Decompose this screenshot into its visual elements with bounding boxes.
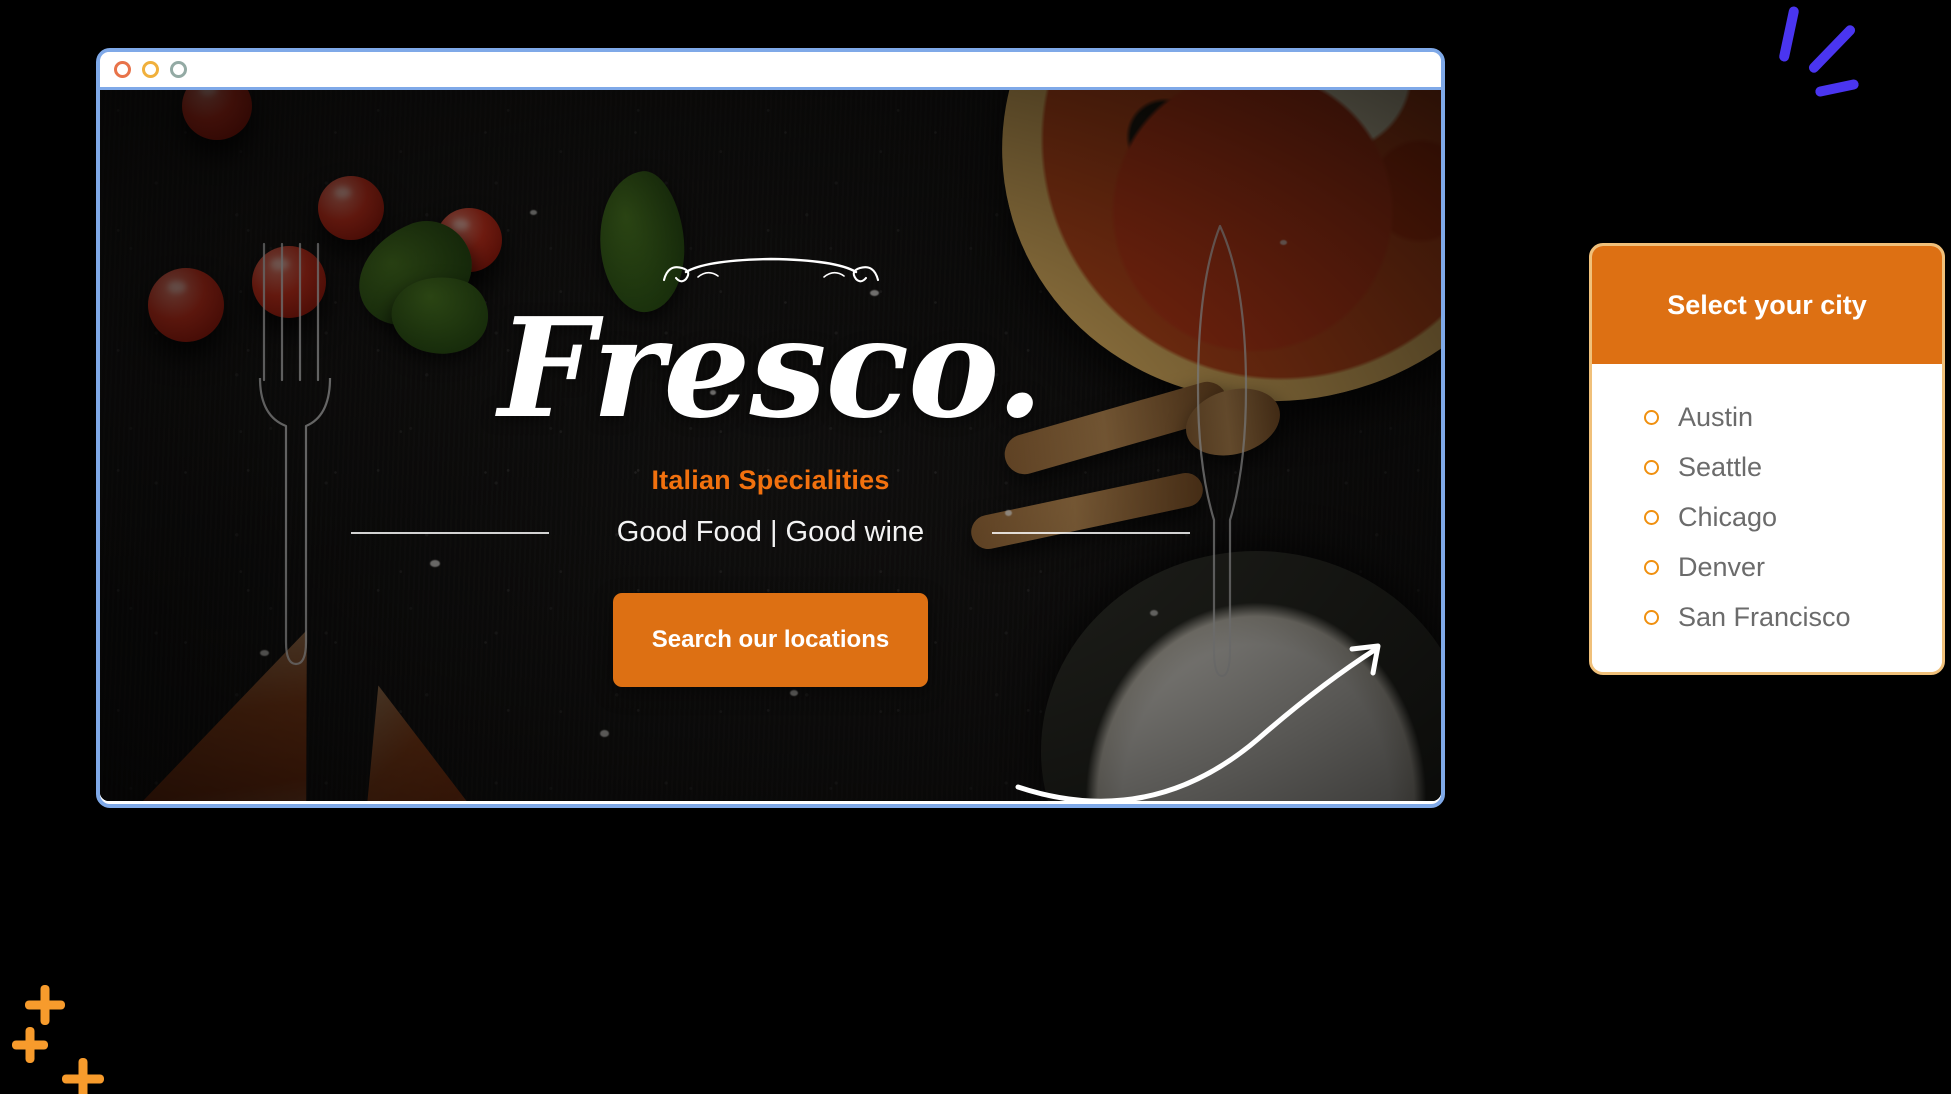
city-option-chicago[interactable]: Chicago (1592, 492, 1942, 542)
hero-section: Fresco. Italian Specialities Good Food |… (100, 90, 1441, 801)
radio-icon[interactable] (1644, 459, 1659, 475)
hero-content: Fresco. Italian Specialities Good Food |… (100, 90, 1441, 801)
browser-title-bar (100, 52, 1441, 90)
browser-window: Fresco. Italian Specialities Good Food |… (96, 48, 1445, 808)
city-option-list: Austin Seattle Chicago Denver San Franci… (1592, 364, 1942, 672)
radio-icon[interactable] (1644, 509, 1659, 525)
radio-icon[interactable] (1644, 559, 1659, 575)
brand-subtitle: Italian Specialities (651, 465, 890, 495)
tagline-rule-left (350, 531, 549, 534)
deco-dash-2 (1806, 23, 1858, 75)
city-option-label: Austin (1678, 401, 1754, 432)
tagline-text: Good Food | Good wine (616, 516, 925, 548)
close-dot[interactable] (114, 61, 131, 78)
city-option-label: San Francisco (1678, 601, 1851, 632)
search-locations-button[interactable]: Search our locations (613, 593, 928, 687)
radio-icon[interactable] (1644, 609, 1659, 625)
deco-dash-3 (1814, 78, 1860, 98)
deco-sparkle-3 (62, 1058, 104, 1094)
city-option-san-francisco[interactable]: San Francisco (1592, 592, 1942, 642)
minimize-dot[interactable] (142, 61, 159, 78)
city-option-label: Seattle (1678, 451, 1763, 482)
city-option-seattle[interactable]: Seattle (1592, 442, 1942, 492)
city-dropdown-panel: Select your city Austin Seattle Chicago … (1589, 243, 1945, 675)
city-option-label: Chicago (1678, 501, 1778, 532)
deco-sparkle-2 (12, 1027, 48, 1063)
city-option-denver[interactable]: Denver (1592, 542, 1942, 592)
tagline-rule-right (992, 531, 1191, 534)
brand-title: Fresco. (498, 288, 1043, 449)
dropdown-header: Select your city (1592, 246, 1942, 364)
deco-sparkle-1 (25, 985, 65, 1025)
ornament-flourish-icon (662, 257, 879, 283)
deco-dash-1 (1778, 5, 1800, 63)
tagline-row: Good Food | Good wine (100, 516, 1441, 549)
city-option-austin[interactable]: Austin (1592, 392, 1942, 442)
maximize-dot[interactable] (170, 61, 187, 78)
city-option-label: Denver (1678, 551, 1766, 582)
radio-icon[interactable] (1644, 409, 1659, 425)
page-root: Fresco. Italian Specialities Good Food |… (0, 0, 1951, 1094)
dropdown-title: Select your city (1667, 289, 1867, 320)
